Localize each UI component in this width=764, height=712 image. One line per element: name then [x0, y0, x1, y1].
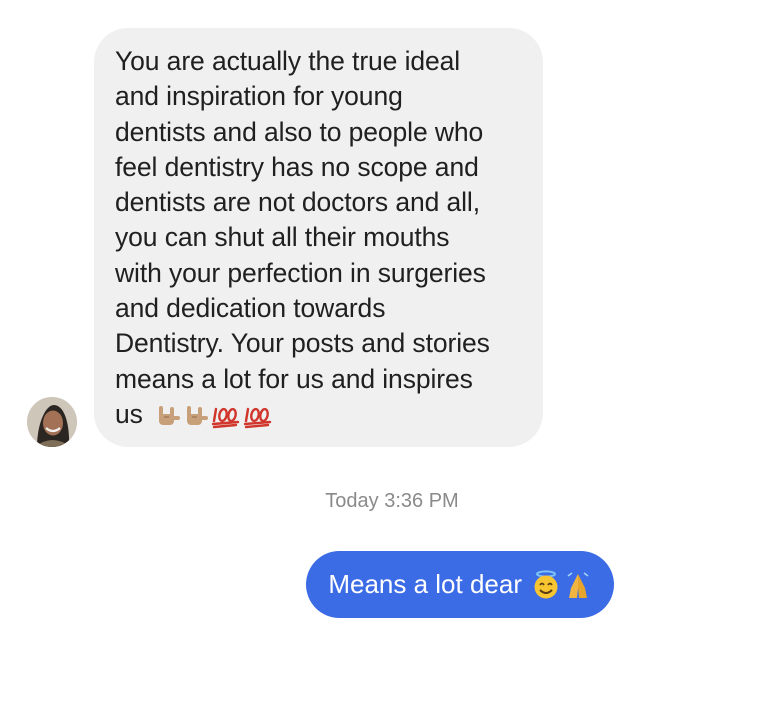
emoji-group — [156, 403, 274, 429]
hundred-points-icon — [244, 403, 274, 429]
avatar[interactable] — [27, 397, 77, 448]
message-last-line: us — [115, 397, 523, 432]
chat-thread: You are actually the true ideal and insp… — [0, 0, 764, 712]
message-line: feel dentistry has no scope and — [115, 151, 479, 182]
message-timestamp: Today 3:36 PM — [325, 490, 459, 512]
message-line: you can shut all their mouths — [115, 222, 450, 253]
sent-message-bubble[interactable]: Means a lot dear — [306, 551, 614, 618]
folded-hands-icon — [564, 570, 592, 600]
avatar-photo — [27, 397, 77, 448]
message-last-word: us — [115, 398, 143, 429]
received-message-row: You are actually the true ideal and insp… — [27, 28, 543, 448]
sent-message-text: Means a lot dear — [328, 569, 522, 599]
message-line: dentists are not doctors and all, — [115, 187, 480, 218]
message-line: with your perfection in surgeries — [115, 257, 486, 288]
smiling-halo-face-icon — [532, 569, 560, 600]
message-line: means a lot for us and inspires — [115, 363, 473, 394]
message-line: You are actually the true ideal — [115, 46, 461, 76]
message-line: Dentistry. Your posts and stories — [115, 328, 490, 359]
rock-on-hand-icon — [184, 403, 210, 429]
rock-on-hand-icon — [156, 403, 182, 429]
message-line: dentists and also to people who — [115, 116, 484, 147]
emoji-group — [532, 569, 592, 600]
message-line: and dedication towards — [115, 293, 386, 324]
received-message-bubble[interactable]: You are actually the true ideal and insp… — [94, 28, 543, 448]
hundred-points-icon — [212, 403, 242, 429]
message-line: and inspiration for young — [115, 81, 403, 112]
